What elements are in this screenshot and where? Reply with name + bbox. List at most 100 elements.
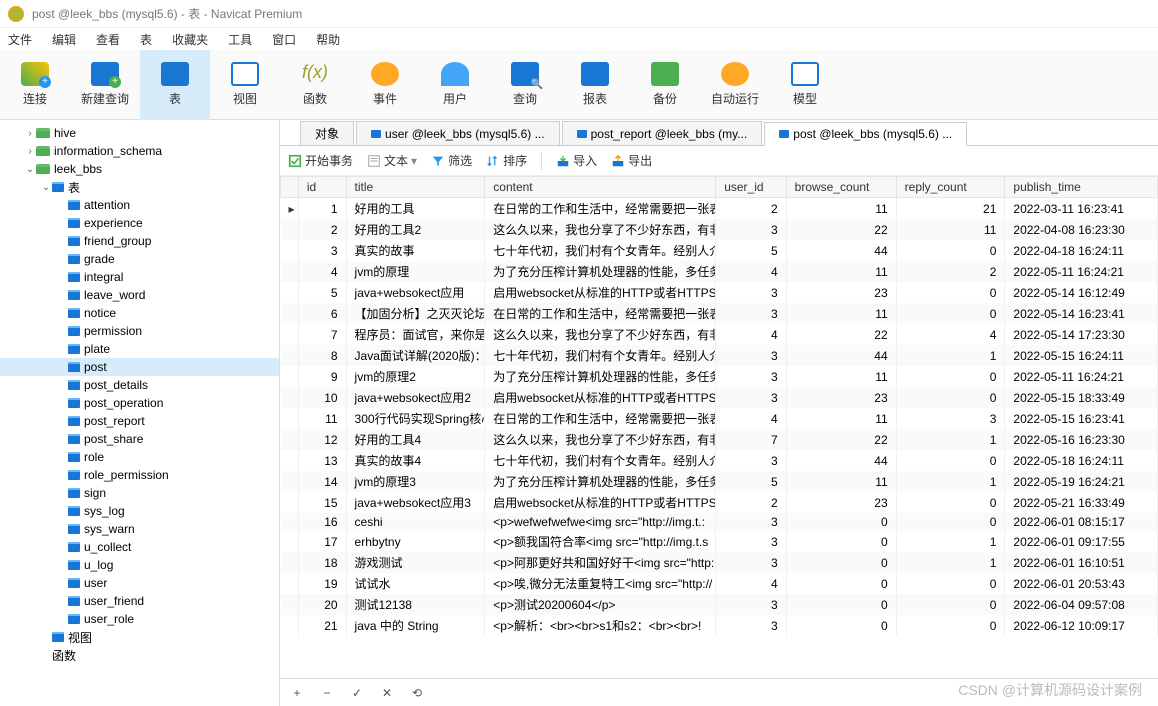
cell-publish_time[interactable]: 2022-03-11 16:23:41 [1005, 198, 1158, 220]
cell-title[interactable]: 试试水 [346, 573, 485, 594]
cell-publish_time[interactable]: 2022-05-14 17:23:30 [1005, 324, 1158, 345]
delete-row-button[interactable]: − [318, 684, 336, 702]
cell-browse_count[interactable]: 44 [786, 450, 896, 471]
cell-id[interactable]: 7 [298, 324, 346, 345]
cell-reply_count[interactable]: 1 [896, 429, 1005, 450]
cell-user_id[interactable]: 4 [716, 408, 786, 429]
cell-reply_count[interactable]: 21 [896, 198, 1005, 220]
cell-id[interactable]: 6 [298, 303, 346, 324]
cell-publish_time[interactable]: 2022-06-01 20:53:43 [1005, 573, 1158, 594]
tool-report[interactable]: 报表 [560, 50, 630, 120]
cell-user_id[interactable]: 4 [716, 324, 786, 345]
import-button[interactable]: 导入 [556, 152, 597, 169]
cell-browse_count[interactable]: 22 [786, 324, 896, 345]
db-hive[interactable]: ›hive [0, 124, 279, 142]
expand-icon[interactable]: › [24, 128, 36, 139]
menu-查看[interactable]: 查看 [96, 31, 120, 48]
cell-reply_count[interactable]: 1 [896, 471, 1005, 492]
cell-browse_count[interactable]: 0 [786, 531, 896, 552]
cell-reply_count[interactable]: 2 [896, 261, 1005, 282]
cell-publish_time[interactable]: 2022-05-11 16:24:21 [1005, 366, 1158, 387]
cell-title[interactable]: erhbytny [346, 531, 485, 552]
cell-title[interactable]: jvm的原理 [346, 261, 485, 282]
tool-table[interactable]: 表 [140, 50, 210, 120]
cell-id[interactable]: 16 [298, 513, 346, 531]
cell-id[interactable]: 21 [298, 615, 346, 636]
cell-publish_time[interactable]: 2022-04-08 16:23:30 [1005, 219, 1158, 240]
menu-工具[interactable]: 工具 [228, 31, 252, 48]
cell-user_id[interactable]: 4 [716, 573, 786, 594]
table-post_share[interactable]: post_share [0, 430, 279, 448]
tool-newquery[interactable]: 新建查询 [70, 50, 140, 120]
table-row[interactable]: 4jvm的原理为了充分压榨计算机处理器的性能，多任务处41122022-05-1… [281, 261, 1158, 282]
cell-content[interactable]: 为了充分压榨计算机处理器的性能，多任务处 [485, 471, 716, 492]
cell-title[interactable]: Java面试详解(2020版)：50 [346, 345, 485, 366]
cell-content[interactable]: 在日常的工作和生活中，经常需要把一张表格 [485, 408, 716, 429]
cell-browse_count[interactable]: 0 [786, 573, 896, 594]
col-reply_count[interactable]: reply_count [896, 177, 1005, 198]
cell-id[interactable]: 14 [298, 471, 346, 492]
cell-content[interactable]: <p>解析：<br><br>s1和s2：<br><br>! [485, 615, 716, 636]
table-row[interactable]: 8Java面试详解(2020版)：50七十年代初，我们村有个女青年。经别人介绍3… [281, 345, 1158, 366]
cell-browse_count[interactable]: 11 [786, 408, 896, 429]
cell-browse_count[interactable]: 44 [786, 345, 896, 366]
extra-函数[interactable]: 函数 [0, 646, 279, 664]
cell-user_id[interactable]: 3 [716, 345, 786, 366]
cell-user_id[interactable]: 2 [716, 198, 786, 220]
tool-view[interactable]: 视图 [210, 50, 280, 120]
cell-reply_count[interactable]: 0 [896, 513, 1005, 531]
cell-reply_count[interactable]: 0 [896, 573, 1005, 594]
tool-backup[interactable]: 备份 [630, 50, 700, 120]
table-row[interactable]: 14jvm的原理3为了充分压榨计算机处理器的性能，多任务处51112022-05… [281, 471, 1158, 492]
cell-content[interactable]: <p>测试20200604</p> [485, 594, 716, 615]
tab-0[interactable]: 对象 [300, 121, 354, 145]
table-u_collect[interactable]: u_collect [0, 538, 279, 556]
table-row[interactable]: 17erhbytny<p>额我国符合率<img src="http://img.… [281, 531, 1158, 552]
table-friend_group[interactable]: friend_group [0, 232, 279, 250]
cell-user_id[interactable]: 7 [716, 429, 786, 450]
tool-query[interactable]: 查询 [490, 50, 560, 120]
cell-publish_time[interactable]: 2022-06-01 09:17:55 [1005, 531, 1158, 552]
cell-reply_count[interactable]: 0 [896, 366, 1005, 387]
cell-content[interactable]: 启用websocket从标准的HTTP或者HTTPS协 [485, 282, 716, 303]
cell-browse_count[interactable]: 23 [786, 492, 896, 513]
cell-user_id[interactable]: 3 [716, 615, 786, 636]
menu-帮助[interactable]: 帮助 [316, 31, 340, 48]
table-post_report[interactable]: post_report [0, 412, 279, 430]
cell-id[interactable]: 18 [298, 552, 346, 573]
table-sign[interactable]: sign [0, 484, 279, 502]
cell-reply_count[interactable]: 11 [896, 219, 1005, 240]
cell-user_id[interactable]: 3 [716, 303, 786, 324]
cell-content[interactable]: <p>额我国符合率<img src="http://img.t.s [485, 531, 716, 552]
cell-publish_time[interactable]: 2022-05-15 16:23:41 [1005, 408, 1158, 429]
export-button[interactable]: 导出 [611, 152, 652, 169]
col-content[interactable]: content [485, 177, 716, 198]
cell-content[interactable]: 在日常的工作和生活中，经常需要把一张表格 [485, 303, 716, 324]
cell-browse_count[interactable]: 0 [786, 552, 896, 573]
tool-user[interactable]: 用户 [420, 50, 490, 120]
cell-id[interactable]: 2 [298, 219, 346, 240]
cell-publish_time[interactable]: 2022-06-01 16:10:51 [1005, 552, 1158, 573]
table-row[interactable]: 20测试12138<p>测试20200604</p>3002022-06-04 … [281, 594, 1158, 615]
menu-文件[interactable]: 文件 [8, 31, 32, 48]
cell-id[interactable]: 3 [298, 240, 346, 261]
cell-reply_count[interactable]: 3 [896, 408, 1005, 429]
cell-content[interactable]: 为了充分压榨计算机处理器的性能，多任务处 [485, 261, 716, 282]
table-integral[interactable]: integral [0, 268, 279, 286]
cell-browse_count[interactable]: 22 [786, 219, 896, 240]
cell-content[interactable]: 在日常的工作和生活中，经常需要把一张表格 [485, 198, 716, 220]
cell-publish_time[interactable]: 2022-05-15 16:24:11 [1005, 345, 1158, 366]
cell-publish_time[interactable]: 2022-06-04 09:57:08 [1005, 594, 1158, 615]
refresh-button[interactable]: ⟲ [408, 684, 426, 702]
cell-user_id[interactable]: 3 [716, 282, 786, 303]
cell-id[interactable]: 15 [298, 492, 346, 513]
cell-title[interactable]: 好用的工具 [346, 198, 485, 220]
tool-auto[interactable]: 自动运行 [700, 50, 770, 120]
cell-reply_count[interactable]: 1 [896, 345, 1005, 366]
cell-browse_count[interactable]: 0 [786, 615, 896, 636]
cell-browse_count[interactable]: 22 [786, 429, 896, 450]
table-post_operation[interactable]: post_operation [0, 394, 279, 412]
cell-browse_count[interactable]: 23 [786, 387, 896, 408]
table-post[interactable]: post [0, 358, 279, 376]
cell-browse_count[interactable]: 11 [786, 198, 896, 220]
